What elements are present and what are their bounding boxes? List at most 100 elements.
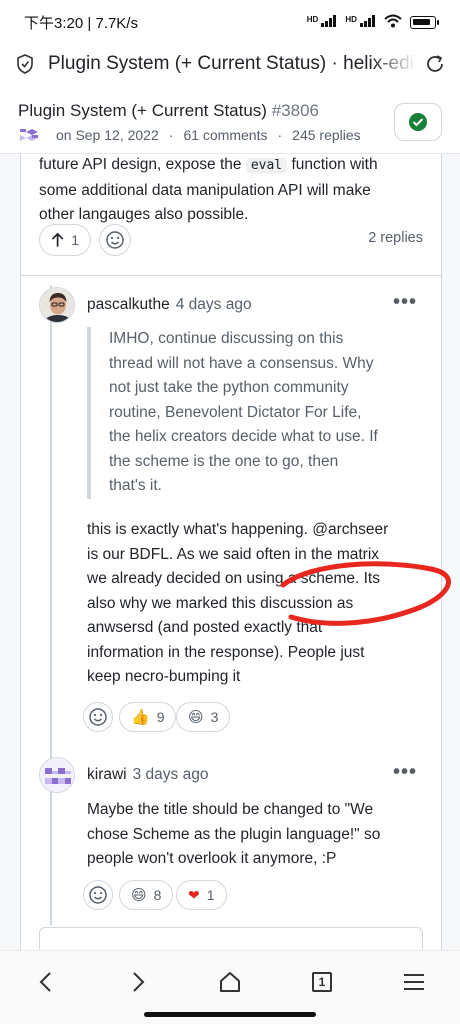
signal-icon: HD: [306, 14, 338, 30]
kirawi-avatar-icon: [40, 758, 74, 792]
thumbs-up-reaction[interactable]: 👍 9: [119, 702, 177, 732]
blockquote: IMHO, continue discussing on this thread…: [87, 327, 407, 499]
smile-reaction[interactable]: 😄 8: [119, 880, 174, 910]
browser-page-title[interactable]: Plugin System (+ Current Status) · helix…: [48, 53, 416, 75]
quote-line: IMHO, continue discussing on this: [109, 330, 344, 347]
top-comment-body: future API design, expose the eval funct…: [39, 154, 429, 228]
issue-header: Plugin System (+ Current Status) #3806 o…: [0, 92, 460, 154]
replies-count[interactable]: 2 replies: [368, 230, 423, 246]
reply-body: Maybe the title should be changed to "We…: [87, 798, 437, 872]
browser-bar: Plugin System (+ Current Status) · helix…: [0, 44, 460, 84]
tabs-icon: 1: [312, 972, 332, 992]
issue-date: on Sep 12, 2022: [56, 127, 159, 143]
inline-code: eval: [245, 158, 288, 173]
reply-line: chose Scheme as the plugin language!" so: [87, 825, 381, 843]
check-circle-icon: [409, 113, 427, 131]
reply-line: information in the response). People jus…: [87, 643, 365, 661]
wifi-icon: [384, 14, 402, 31]
upvote-count: 1: [71, 232, 79, 248]
quote-line: thread will not have a consensus. Why: [109, 354, 374, 372]
back-button[interactable]: [26, 967, 66, 997]
reply-time[interactable]: 3 days ago: [133, 766, 209, 783]
reply-author[interactable]: pascalkuthe: [87, 296, 170, 313]
home-indicator: [144, 1012, 316, 1017]
signal-icon-2: HD: [345, 14, 376, 30]
quote-line: that's it.: [109, 477, 162, 494]
discussion-content[interactable]: future API design, expose the eval funct…: [0, 154, 460, 950]
battery-icon: [410, 15, 439, 29]
reply-line: this is exactly what's happening. @archs…: [87, 521, 389, 538]
upvote-button[interactable]: 1: [39, 224, 91, 256]
answered-check-button[interactable]: [394, 103, 442, 141]
tabs-button[interactable]: 1: [302, 967, 342, 997]
divider: [21, 275, 441, 276]
quote-line: the helix creators decide what to use. I…: [109, 428, 378, 445]
top-comment-text: future API design, expose the: [39, 156, 242, 173]
reload-icon[interactable]: [424, 53, 446, 75]
issue-number: #3806: [271, 101, 319, 120]
hd-label-2: HD: [345, 14, 357, 24]
reply-input-edge[interactable]: [39, 927, 423, 950]
status-time: 下午3:20: [24, 14, 84, 32]
quote-line: the scheme is the one to go, then: [109, 452, 339, 470]
heart-count: 1: [206, 887, 215, 903]
reply-time[interactable]: 4 days ago: [176, 296, 252, 313]
arrow-up-icon: [51, 232, 64, 247]
add-reaction-button[interactable]: [83, 702, 113, 732]
home-icon: [220, 972, 240, 992]
smile-reaction[interactable]: 😄 3: [176, 702, 231, 732]
reply-line: Maybe the title should be changed to "We: [87, 801, 374, 818]
avatar[interactable]: [39, 287, 75, 323]
comment-card: future API design, expose the eval funct…: [20, 154, 451, 950]
issue-replies-count: 245 replies: [292, 127, 361, 143]
smile-count: 8: [153, 887, 162, 903]
hd-label: HD: [306, 14, 319, 24]
add-reaction-button[interactable]: [83, 880, 113, 910]
thumbs-up-count: 9: [156, 709, 165, 725]
network-speed: 7.7K/s: [95, 14, 138, 32]
smiley-icon: [89, 708, 107, 726]
quote-line: routine, Benevolent Dictator For Life,: [109, 403, 362, 421]
smiley-icon: [89, 886, 107, 904]
status-left: 下午3:20 | 7.7K/s: [24, 12, 138, 33]
shield-icon[interactable]: [16, 54, 34, 74]
pascalkuthe-avatar-icon: [40, 288, 74, 322]
reply-line: people won't overlook it anymore, :P: [87, 850, 337, 867]
issue-comments-count: 61 comments: [183, 127, 268, 143]
more-options-icon[interactable]: •••: [393, 761, 417, 784]
reply-author[interactable]: kirawi: [87, 766, 127, 783]
top-comment-line: other langauges also possible.: [39, 206, 249, 223]
chevron-right-icon: [133, 972, 145, 992]
red-annotation-scribble: [280, 561, 451, 626]
issue-meta: on Sep 12, 2022 · 61 comments · 245 repl…: [18, 127, 442, 143]
chevron-left-icon: [39, 972, 51, 992]
helix-logo-icon[interactable]: [18, 127, 40, 143]
smile-icon: 😄: [131, 887, 147, 904]
reply-author-line: pascalkuthe 4 days ago: [87, 296, 252, 314]
meta-separator: ·: [277, 127, 283, 143]
smile-count: 3: [210, 709, 219, 725]
home-button[interactable]: [210, 967, 250, 997]
avatar[interactable]: [39, 757, 75, 793]
forward-button[interactable]: [118, 967, 158, 997]
thumbs-up-icon: 👍: [131, 709, 150, 726]
top-comment-line: some additional data manipulation API wi…: [39, 181, 371, 199]
reply-line: keep necro-bumping it: [87, 668, 241, 685]
smiley-icon: [106, 231, 124, 249]
menu-button[interactable]: [394, 967, 434, 997]
issue-title-row: Plugin System (+ Current Status) #3806: [18, 101, 442, 121]
quote-line: not just take the python community: [109, 379, 349, 396]
issue-title[interactable]: Plugin System (+ Current Status): [18, 101, 267, 120]
top-comment-text: function with: [291, 156, 378, 173]
status-bar: 下午3:20 | 7.7K/s HD HD: [0, 0, 460, 44]
tabs-count: 1: [318, 975, 326, 989]
top-comment-line: future API design, expose the eval funct…: [39, 154, 429, 179]
reply-author-line: kirawi 3 days ago: [87, 766, 208, 784]
heart-reaction[interactable]: ❤ 1: [176, 880, 227, 910]
more-options-icon[interactable]: •••: [393, 291, 417, 314]
add-reaction-button[interactable]: [99, 224, 131, 256]
smile-icon: 😄: [188, 709, 204, 726]
hamburger-menu-icon: [404, 974, 424, 990]
meta-separator: ·: [168, 127, 174, 143]
status-icons: HD HD: [306, 14, 439, 31]
